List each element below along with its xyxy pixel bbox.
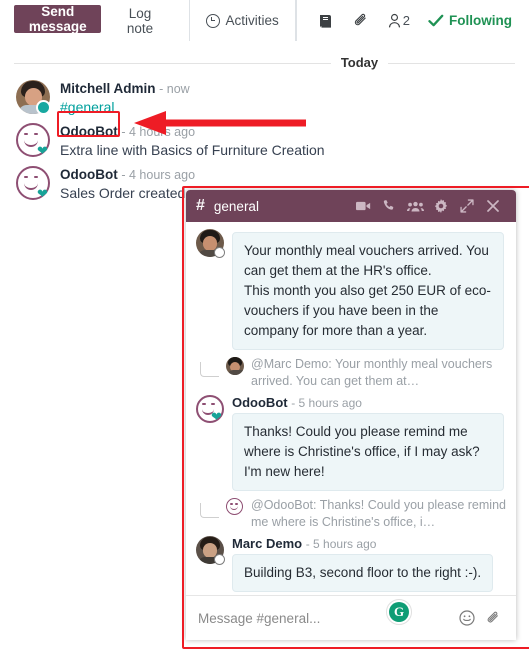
avatar[interactable] bbox=[196, 536, 225, 565]
quoted-reply[interactable]: @OdooBot: Thanks! Could you please remin… bbox=[200, 497, 516, 531]
chat-window-composer: G bbox=[186, 595, 516, 640]
message-header: OdooBot - 5 hours ago bbox=[232, 395, 504, 410]
chat-window-messages: Your monthly meal vouchers arrived. You … bbox=[186, 222, 516, 595]
grammarly-icon[interactable]: G bbox=[386, 599, 412, 625]
message-text: Extra line with Basics of Furniture Crea… bbox=[60, 142, 325, 158]
avatar[interactable]: ❤ bbox=[16, 123, 50, 157]
activities-label: Activities bbox=[225, 13, 279, 28]
paperclip-icon[interactable] bbox=[480, 605, 506, 631]
message-bubble: Building B3, second floor to the right :… bbox=[232, 554, 494, 592]
avatar[interactable] bbox=[16, 80, 51, 115]
chat-window-general: # general Your monthly meal vouchers arr… bbox=[186, 190, 516, 640]
send-message-button[interactable]: Send message bbox=[14, 4, 102, 34]
chatter-topbar: Send message Log note Activities 2 Follo… bbox=[0, 0, 529, 42]
close-icon[interactable] bbox=[480, 193, 506, 219]
day-separator-label: Today bbox=[330, 55, 389, 70]
thread-message: ❤ OdooBot - 4 hours ago Extra line with … bbox=[0, 119, 529, 162]
clock-icon bbox=[205, 13, 220, 28]
members-icon[interactable] bbox=[402, 193, 428, 219]
odoobot-avatar bbox=[226, 498, 244, 516]
avatar bbox=[226, 357, 244, 375]
expand-icon[interactable] bbox=[454, 193, 480, 219]
chat-window-title: general bbox=[213, 198, 259, 214]
message-time: - 5 hours ago bbox=[305, 537, 377, 551]
video-camera-icon[interactable] bbox=[350, 193, 376, 219]
message-input[interactable] bbox=[196, 609, 454, 627]
odoobot-avatar: ❤ bbox=[16, 123, 50, 157]
message-time: - now bbox=[159, 82, 190, 96]
activities-button[interactable]: Activities bbox=[188, 0, 296, 41]
heart-icon: ❤ bbox=[37, 143, 48, 158]
message-header: Marc Demo - 5 hours ago bbox=[232, 536, 504, 551]
message-author: OdooBot bbox=[60, 167, 118, 182]
smiley-icon[interactable] bbox=[454, 605, 480, 631]
avatar[interactable]: ❤ bbox=[196, 395, 224, 423]
chat-message: Your monthly meal vouchers arrived. You … bbox=[186, 226, 516, 352]
message-time: - 4 hours ago bbox=[121, 168, 196, 182]
message-author: Marc Demo bbox=[232, 536, 303, 551]
hash-icon: # bbox=[196, 197, 205, 214]
avatar bbox=[226, 498, 244, 516]
marc-demo-avatar bbox=[226, 357, 244, 375]
odoobot-avatar: ❤ bbox=[196, 395, 224, 423]
day-separator: Today bbox=[0, 55, 529, 70]
message-text: #general bbox=[60, 98, 519, 117]
quote-mention: @OdooBot: bbox=[251, 498, 317, 512]
message-author: OdooBot bbox=[232, 395, 288, 410]
message-bubble: Thanks! Could you please remind me where… bbox=[232, 413, 504, 491]
avatar[interactable] bbox=[196, 229, 225, 258]
quote-mention: @Marc Demo: bbox=[251, 357, 332, 371]
message-body: Your monthly meal vouchers arrived. You … bbox=[232, 229, 504, 350]
chat-message: ❤ OdooBot - 5 hours ago Thanks! Could yo… bbox=[186, 392, 516, 493]
following-label: Following bbox=[449, 13, 512, 28]
chatter-topbar-right: 2 Following bbox=[295, 0, 529, 41]
online-status-dot bbox=[36, 100, 51, 115]
heart-icon: ❤ bbox=[211, 409, 222, 424]
avatar[interactable]: ❤ bbox=[16, 166, 50, 200]
message-body: OdooBot - 5 hours ago Thanks! Could you … bbox=[232, 395, 504, 491]
quoted-reply[interactable]: @Marc Demo: Your monthly meal vouchers a… bbox=[200, 356, 516, 390]
quote-text: @OdooBot: Thanks! Could you please remin… bbox=[251, 497, 516, 531]
chat-window-header[interactable]: # general bbox=[186, 190, 516, 222]
away-status-dot bbox=[214, 554, 225, 565]
log-note-button[interactable]: Log note bbox=[109, 1, 170, 41]
thread-message: Mitchell Admin - now #general bbox=[0, 76, 529, 119]
message-bubble: Your monthly meal vouchers arrived. You … bbox=[232, 232, 504, 350]
phone-icon[interactable] bbox=[376, 193, 402, 219]
grammarly-letter: G bbox=[389, 602, 409, 622]
heart-icon: ❤ bbox=[37, 186, 48, 201]
message-body: Mitchell Admin - now #general bbox=[60, 80, 519, 117]
odoobot-avatar: ❤ bbox=[16, 166, 50, 200]
message-time: - 5 hours ago bbox=[291, 396, 362, 410]
message-header: OdooBot - 4 hours ago bbox=[60, 167, 519, 182]
message-author: Mitchell Admin bbox=[60, 81, 156, 96]
followers-count: 2 bbox=[402, 13, 410, 28]
channel-link-general[interactable]: #general bbox=[60, 99, 115, 115]
followers-button[interactable]: 2 bbox=[378, 13, 419, 29]
settings-gear-icon[interactable] bbox=[428, 193, 454, 219]
message-author: OdooBot bbox=[60, 124, 118, 139]
paperclip-icon[interactable] bbox=[343, 12, 378, 29]
following-button[interactable]: Following bbox=[419, 13, 521, 28]
message-time: - 4 hours ago bbox=[121, 125, 196, 139]
quote-text: @Marc Demo: Your monthly meal vouchers a… bbox=[251, 356, 516, 390]
separator-line bbox=[14, 62, 515, 64]
chat-message: Marc Demo - 5 hours ago Building B3, sec… bbox=[186, 533, 516, 594]
message-body: OdooBot - 4 hours ago Extra line with Ba… bbox=[60, 123, 519, 160]
away-status-dot bbox=[214, 247, 225, 258]
message-body: Marc Demo - 5 hours ago Building B3, sec… bbox=[232, 536, 504, 592]
log-icon[interactable] bbox=[309, 13, 343, 29]
message-header: OdooBot - 4 hours ago bbox=[60, 124, 519, 139]
check-icon bbox=[428, 14, 444, 26]
message-header: Mitchell Admin - now bbox=[60, 81, 519, 96]
